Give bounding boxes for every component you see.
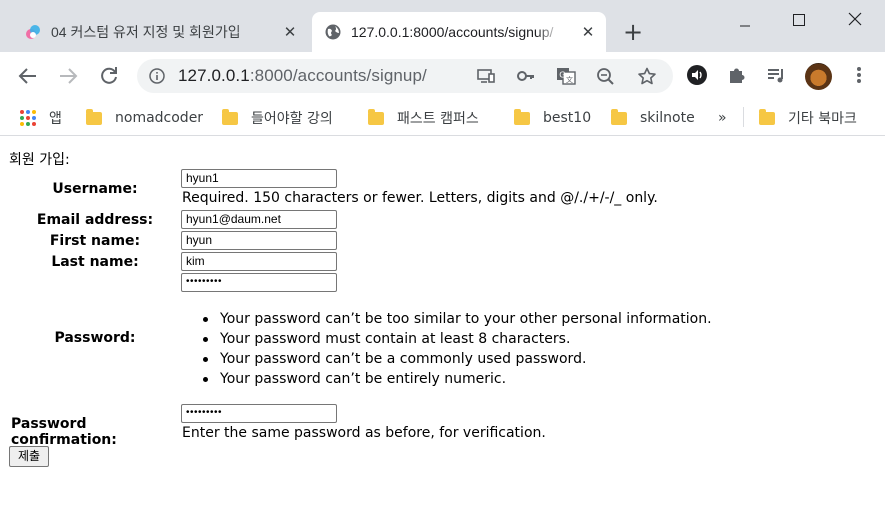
- star-icon[interactable]: [637, 67, 657, 85]
- globe-icon: [324, 23, 342, 41]
- bookmark-label: skilnote: [640, 110, 695, 126]
- url-path: :8000/accounts/signup/: [249, 66, 427, 85]
- password-confirmation-field[interactable]: •••••••••: [181, 404, 337, 423]
- folder-icon: [222, 108, 238, 125]
- bookmark-folder[interactable]: skilnote: [611, 107, 695, 129]
- reload-icon[interactable]: [97, 64, 121, 88]
- close-tab-icon[interactable]: ✕: [282, 24, 298, 40]
- overflow-chevron-icon: »: [718, 110, 727, 126]
- zoom-out-icon[interactable]: [596, 67, 616, 85]
- close-icon[interactable]: [832, 6, 878, 36]
- folder-icon: [759, 108, 775, 125]
- folder-icon: [86, 108, 102, 125]
- folder-icon: [611, 108, 627, 125]
- maximize-icon[interactable]: [775, 6, 821, 36]
- svg-text:文: 文: [566, 75, 573, 84]
- forward-arrow-icon[interactable]: [56, 64, 80, 88]
- bookmark-label: 들어야할 강의: [251, 111, 333, 127]
- svg-text:G: G: [559, 71, 565, 80]
- cast-icon[interactable]: [476, 67, 496, 85]
- bookmark-folder[interactable]: best10: [514, 107, 591, 129]
- password-help-list: Your password can’t be too similar to yo…: [200, 309, 712, 389]
- info-icon[interactable]: [149, 68, 165, 84]
- tab-active[interactable]: 127.0.0.1:8000/accounts/signup/ ✕: [312, 12, 606, 52]
- browser-toolbar: 127.0.0.1:8000/accounts/signup/ G文: [0, 52, 885, 100]
- plus-icon[interactable]: +: [620, 20, 646, 46]
- bookmark-label: 앱: [49, 111, 62, 127]
- submit-button[interactable]: 제출: [9, 446, 49, 467]
- last-name-label: Last name:: [51, 254, 139, 270]
- password-field[interactable]: •••••••••: [181, 273, 337, 292]
- bookmarks-bar: 앱 nomadcoder 들어야할 강의 패스트 캠퍼스 best10 skil…: [0, 100, 885, 136]
- translate-icon[interactable]: G文: [556, 67, 576, 85]
- last-name-field[interactable]: kim: [181, 252, 337, 271]
- audio-extension-icon[interactable]: [686, 64, 708, 86]
- bookmarks-overflow-button[interactable]: »: [718, 107, 727, 129]
- list-item: Your password can’t be a commonly used p…: [200, 349, 712, 369]
- notion-favicon-icon: [24, 23, 42, 41]
- bookmark-folder[interactable]: 패스트 캠퍼스: [368, 107, 479, 129]
- email-field[interactable]: hyun1@daum.net: [181, 210, 337, 229]
- puzzle-icon[interactable]: [726, 64, 748, 86]
- key-icon[interactable]: [516, 67, 536, 85]
- username-help-text: Required. 150 characters or fewer. Lette…: [182, 190, 658, 206]
- username-label: Username:: [52, 181, 138, 197]
- media-playlist-icon[interactable]: [765, 64, 787, 86]
- folder-icon: [514, 108, 530, 125]
- list-item: Your password can’t be entirely numeric.: [200, 369, 712, 389]
- list-item: Your password must contain at least 8 ch…: [200, 329, 712, 349]
- address-bar[interactable]: 127.0.0.1:8000/accounts/signup/ G文: [137, 59, 673, 93]
- profile-avatar[interactable]: [805, 63, 832, 90]
- username-field[interactable]: hyun1: [181, 169, 337, 188]
- apps-grid-icon: [20, 110, 36, 126]
- other-bookmarks[interactable]: 기타 북마크: [759, 107, 857, 129]
- form-title: 회원 가입:: [9, 152, 70, 168]
- bookmark-folder[interactable]: 들어야할 강의: [222, 107, 333, 129]
- list-item: Your password can’t be too similar to yo…: [200, 309, 712, 329]
- password-confirmation-help-text: Enter the same password as before, for v…: [182, 425, 546, 441]
- password-label: Password:: [54, 330, 136, 346]
- password-confirmation-label: Password confirmation:: [11, 416, 117, 448]
- bookmark-label: 기타 북마크: [788, 111, 857, 127]
- bookmark-folder[interactable]: nomadcoder: [86, 107, 203, 129]
- tab-title: 127.0.0.1:8000/accounts/signup/: [351, 24, 554, 40]
- close-tab-icon[interactable]: ✕: [580, 24, 596, 40]
- bookmark-apps[interactable]: 앱: [20, 107, 62, 129]
- kebab-menu-icon[interactable]: [848, 64, 870, 86]
- minimize-icon[interactable]: [722, 6, 768, 36]
- tab-strip: 04 커스텀 유저 지정 및 회원가입 ✕ 127.0.0.1:8000/acc…: [0, 0, 885, 52]
- page-content: 회원 가입: Username: hyun1 Required. 150 cha…: [0, 137, 885, 530]
- bookmark-label: 패스트 캠퍼스: [397, 111, 479, 127]
- tab-inactive[interactable]: 04 커스텀 유저 지정 및 회원가입 ✕: [12, 12, 308, 52]
- url-text: 127.0.0.1:8000/accounts/signup/: [178, 66, 427, 86]
- bookmark-label: nomadcoder: [115, 110, 204, 126]
- url-host: 127.0.0.1: [178, 66, 250, 85]
- first-name-label: First name:: [49, 233, 141, 249]
- tab-title: 04 커스텀 유저 지정 및 회원가입: [51, 24, 241, 40]
- first-name-field[interactable]: hyun: [181, 231, 337, 250]
- bookmarks-divider: [743, 107, 744, 127]
- folder-icon: [368, 108, 384, 125]
- email-label: Email address:: [36, 212, 154, 228]
- back-arrow-icon[interactable]: [16, 64, 40, 88]
- bookmark-label: best10: [543, 110, 592, 126]
